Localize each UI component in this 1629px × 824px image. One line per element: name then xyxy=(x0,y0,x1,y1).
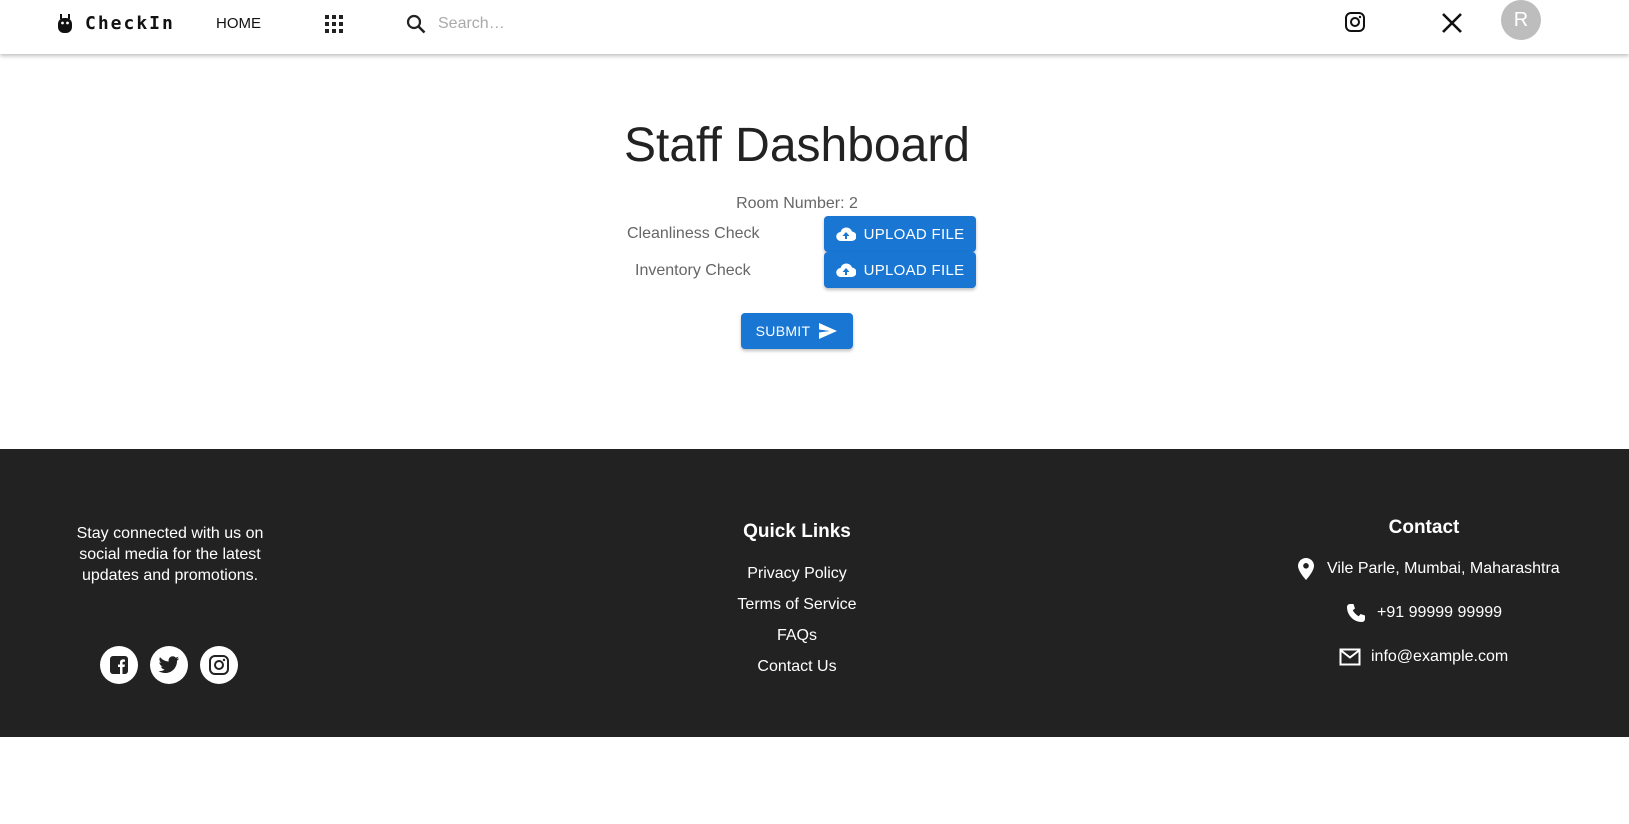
search-input[interactable] xyxy=(438,15,688,33)
location-pin-icon xyxy=(1295,558,1317,580)
brand-logo[interactable]: CheckIn xyxy=(55,11,175,35)
contact-address: Vile Parle, Mumbai, Maharashtra xyxy=(1295,558,1560,580)
email-text: info@example.com xyxy=(1371,648,1509,665)
submit-button[interactable]: SUBMIT xyxy=(741,313,853,349)
cloud-upload-icon xyxy=(835,224,856,244)
facebook-icon[interactable] xyxy=(100,646,138,684)
footer-tagline: Stay connected with us on social media f… xyxy=(76,525,264,584)
avatar[interactable]: R xyxy=(1501,0,1541,40)
instagram-icon[interactable] xyxy=(200,646,238,684)
upload-cleanliness-button[interactable]: UPLOAD FILE xyxy=(824,216,976,252)
footer: Stay connected with us on social media f… xyxy=(0,449,1629,737)
inventory-check-label: Inventory Check xyxy=(635,262,751,279)
contact-phone: +91 99999 99999 xyxy=(1345,602,1502,624)
contact-title: Contact xyxy=(1388,517,1460,538)
page-title: Staff Dashboard xyxy=(623,119,970,172)
nav-home-link[interactable]: HOME xyxy=(216,15,261,32)
footer-social-links xyxy=(100,646,238,684)
instagram-icon[interactable] xyxy=(1344,11,1368,35)
quick-links-list: Privacy Policy Terms of Service FAQs Con… xyxy=(697,563,897,687)
brand-name: CheckIn xyxy=(85,12,175,34)
quick-links-title: Quick Links xyxy=(743,521,851,542)
contact-us-link[interactable]: Contact Us xyxy=(697,656,897,687)
submit-button-label: SUBMIT xyxy=(755,323,811,339)
address-text: Vile Parle, Mumbai, Maharashtra xyxy=(1327,560,1560,577)
upload-inventory-button[interactable]: UPLOAD FILE xyxy=(824,252,976,288)
faqs-link[interactable]: FAQs xyxy=(697,625,897,656)
mail-icon xyxy=(1339,646,1361,668)
upload-button-label: UPLOAD FILE xyxy=(863,261,965,279)
phone-icon xyxy=(1345,602,1367,624)
cloud-upload-icon xyxy=(835,260,856,280)
contact-email: info@example.com xyxy=(1339,646,1508,668)
robot-icon xyxy=(55,11,75,35)
terms-of-service-link[interactable]: Terms of Service xyxy=(697,594,897,625)
top-app-bar: CheckIn HOME R xyxy=(0,0,1629,54)
twitter-icon[interactable] xyxy=(150,646,188,684)
phone-text: +91 99999 99999 xyxy=(1377,604,1503,621)
upload-button-label: UPLOAD FILE xyxy=(863,225,965,243)
x-icon[interactable] xyxy=(1441,12,1465,36)
cleanliness-check-label: Cleanliness Check xyxy=(627,225,760,242)
privacy-policy-link[interactable]: Privacy Policy xyxy=(697,563,897,594)
search-bar xyxy=(404,10,704,38)
room-number: Room Number: 2 xyxy=(736,195,858,212)
search-icon xyxy=(404,12,428,36)
send-icon xyxy=(818,321,838,341)
apps-grid-icon[interactable] xyxy=(322,12,346,36)
